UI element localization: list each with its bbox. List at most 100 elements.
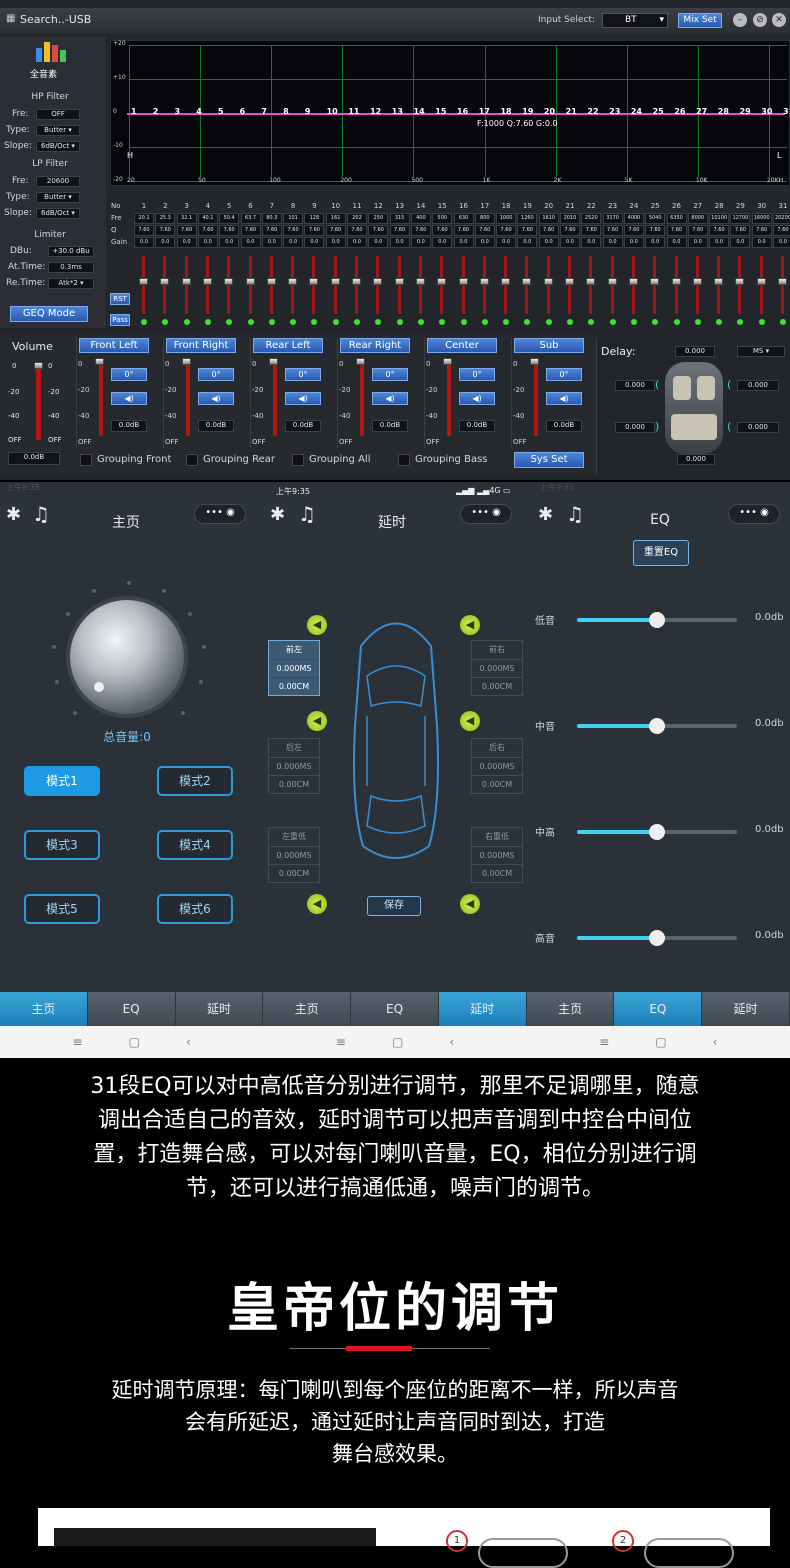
eq-band-gain[interactable]: 0.0 (730, 237, 751, 248)
eq-band-fre[interactable]: 630 (453, 213, 474, 224)
delay-channel-box[interactable]: 右重低 0.000MS 0.00CM (471, 827, 523, 883)
eq-band-fre[interactable]: 500 (432, 213, 453, 224)
eq-band-fre[interactable]: 2520 (581, 213, 602, 224)
geq-mode-button[interactable]: GEQ Mode (10, 306, 88, 322)
band-enable-led[interactable] (417, 319, 424, 325)
band-number[interactable]: 1 (131, 107, 137, 116)
channel-name-button[interactable]: Center (427, 338, 497, 353)
eq-band-q[interactable]: 7.60 (304, 225, 325, 236)
eq-band-gain[interactable]: 0.0 (602, 237, 623, 248)
phase-button[interactable]: 0° (285, 368, 321, 381)
fader-knob[interactable] (671, 278, 681, 285)
speaker-front-right-icon[interactable]: ◀ (460, 615, 480, 635)
close-icon[interactable]: ✕ (772, 13, 786, 27)
band-enable-led[interactable] (780, 319, 786, 325)
eq-band-slider[interactable] (577, 612, 737, 628)
delay-cm-value[interactable]: 0.00CM (472, 864, 522, 882)
eq-band-fader[interactable] (163, 256, 167, 314)
band-number[interactable]: 17 (479, 107, 490, 116)
eq-band-fader[interactable] (781, 256, 784, 314)
fader-knob[interactable] (565, 278, 574, 285)
band-number[interactable]: 16 (457, 107, 468, 116)
channel-fader-knob[interactable] (530, 358, 539, 365)
eq-band-q[interactable]: 7.60 (325, 225, 346, 236)
channel-fader-knob[interactable] (182, 358, 191, 365)
band-enable-led[interactable] (141, 319, 147, 325)
band-enable-led[interactable] (545, 319, 552, 325)
eq-band-gain[interactable]: 0.0 (410, 237, 431, 248)
delay-value-rl[interactable]: 0.000 (615, 422, 655, 433)
delay-channel-box[interactable]: 左重低 0.000MS 0.00CM (268, 827, 320, 883)
band-enable-led[interactable] (204, 319, 211, 325)
fader-knob[interactable] (714, 278, 724, 285)
channel-fader[interactable] (186, 362, 190, 436)
band-enable-led[interactable] (716, 319, 723, 325)
eq-band-gain[interactable]: 0.0 (773, 237, 790, 248)
band-number[interactable]: 24 (631, 107, 642, 116)
eq-band-gain[interactable]: 0.0 (453, 237, 474, 248)
mix-set-button[interactable]: Mix Set (678, 13, 722, 28)
eq-band-q[interactable]: 7.60 (623, 225, 644, 236)
band-number[interactable]: 2 (153, 107, 159, 116)
eq-menu-pill[interactable]: ••• ◉ (728, 504, 780, 524)
band-enable-led[interactable] (268, 319, 275, 325)
fader-knob[interactable] (437, 278, 447, 285)
band-number[interactable]: 25 (653, 107, 664, 116)
limiter-at-input[interactable]: 0.3ms (48, 262, 94, 273)
eq-band-gain[interactable]: 0.0 (560, 237, 580, 248)
eq-band-slider[interactable] (577, 824, 737, 840)
eq-band-fader[interactable] (333, 256, 337, 314)
channel-fader-knob[interactable] (95, 358, 104, 365)
band-enable-led[interactable] (332, 319, 339, 325)
mute-speaker-icon[interactable]: ◀) (459, 392, 495, 405)
hp-type-select[interactable]: Butter ▾ (36, 125, 80, 136)
eq-band-fre[interactable]: 2010 (560, 213, 580, 224)
lp-fre-input[interactable]: 20600 (36, 176, 80, 187)
eq-band-fre[interactable]: 40.1 (197, 213, 218, 224)
eq-band-q[interactable]: 7.60 (666, 225, 687, 236)
delay-menu-pill[interactable]: ••• ◉ (460, 504, 512, 524)
eq-band-gain[interactable]: 0.0 (325, 237, 346, 248)
eq-band-gain[interactable]: 0.0 (709, 237, 730, 248)
eq-band-fre[interactable]: 20.1 (134, 213, 154, 224)
fader-knob[interactable] (181, 278, 191, 285)
phase-button[interactable]: 0° (372, 368, 408, 381)
channel-name-button[interactable]: Rear Left (253, 338, 323, 353)
speaker-sub-left-icon[interactable]: ◀ (307, 894, 327, 914)
band-number[interactable]: 12 (370, 107, 381, 116)
fader-knob[interactable] (778, 278, 787, 285)
fader-knob[interactable] (394, 278, 404, 285)
delay-cm-value[interactable]: 0.00CM (472, 775, 522, 793)
eq-band-fader[interactable] (568, 256, 571, 314)
eq-band-fader[interactable] (674, 256, 678, 314)
channel-fader-knob[interactable] (269, 358, 278, 365)
speaker-front-left-icon[interactable]: ◀ (307, 615, 327, 635)
band-number[interactable]: 22 (587, 107, 598, 116)
band-enable-led[interactable] (652, 319, 659, 325)
delay-value-top[interactable]: 0.000 (675, 346, 715, 357)
delay-value-fl[interactable]: 0.000 (615, 380, 655, 391)
band-number[interactable]: 30 (761, 107, 772, 116)
eq-band-fre[interactable]: 800 (474, 213, 495, 224)
tab-item[interactable]: EQ (87, 992, 176, 1026)
channel-name-button[interactable]: Rear Right (340, 338, 410, 353)
band-enable-led[interactable] (737, 319, 744, 325)
input-select-dropdown[interactable]: BT ▾ (602, 13, 668, 28)
eq-band-q[interactable]: 7.60 (751, 225, 772, 236)
eq-band-q[interactable]: 7.60 (134, 225, 154, 236)
eq-band-q[interactable]: 7.60 (560, 225, 580, 236)
mode-4-button[interactable]: 模式4 (157, 830, 233, 860)
fader-knob[interactable] (160, 278, 170, 285)
band-number[interactable]: 19 (522, 107, 533, 116)
eq-band-fader[interactable] (291, 256, 295, 314)
settings-icon[interactable]: ⊘ (753, 13, 767, 27)
lp-type-select[interactable]: Butter ▾ (36, 192, 80, 203)
delay-ms-value[interactable]: 0.000MS (269, 659, 319, 677)
music-note-icon[interactable]: ♫ (566, 502, 584, 526)
hp-fre-input[interactable]: OFF (36, 109, 80, 120)
home-menu-pill[interactable]: ••• ◉ (194, 504, 246, 524)
fader-knob[interactable] (479, 278, 489, 285)
mode-5-button[interactable]: 模式5 (24, 894, 100, 924)
band-enable-led[interactable] (226, 319, 233, 325)
delay-ms-value[interactable]: 0.000MS (472, 757, 522, 775)
